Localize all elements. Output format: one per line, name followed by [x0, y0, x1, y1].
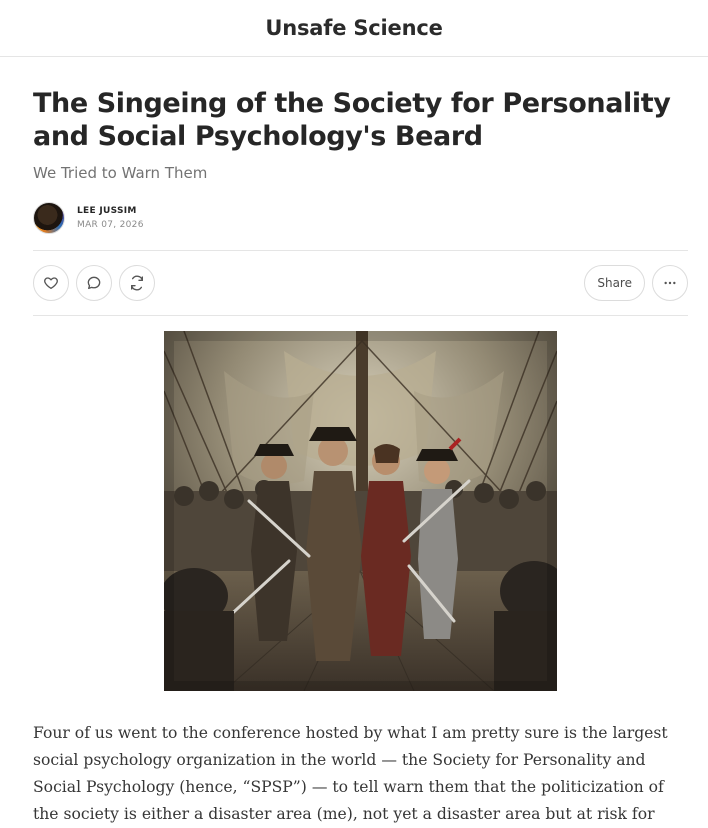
restack-button[interactable] [119, 265, 155, 301]
author-name[interactable]: LEE JUSSIM [77, 206, 144, 216]
post-title: The Singeing of the Society for Personal… [33, 88, 671, 152]
heart-icon [44, 277, 58, 289]
pirate-battle-illustration [164, 331, 557, 691]
post-date: MAR 07, 2026 [77, 220, 144, 230]
byline-text: LEE JUSSIM MAR 07, 2026 [77, 206, 144, 230]
share-button[interactable]: Share [584, 265, 645, 301]
comment-button[interactable] [76, 265, 112, 301]
top-bar: Unsafe Science [0, 0, 708, 57]
more-icon [664, 281, 676, 285]
hero-wrap [33, 331, 688, 691]
actions-right: Share [584, 265, 688, 301]
like-button[interactable] [33, 265, 69, 301]
post-container: The Singeing of the Society for Personal… [33, 57, 688, 828]
body-paragraph: Four of us went to the conference hosted… [33, 724, 668, 823]
actions-left [33, 265, 155, 301]
post-subtitle: We Tried to Warn Them [33, 164, 208, 182]
author-avatar[interactable] [33, 202, 65, 234]
publication-name[interactable]: Unsafe Science [265, 16, 442, 40]
divider-bottom [33, 315, 688, 316]
post-actions: Share [33, 251, 688, 315]
restack-icon [131, 275, 143, 291]
more-button[interactable] [652, 265, 688, 301]
byline: LEE JUSSIM MAR 07, 2026 [33, 200, 688, 236]
comment-icon [87, 276, 101, 289]
hero-image[interactable] [164, 331, 557, 691]
